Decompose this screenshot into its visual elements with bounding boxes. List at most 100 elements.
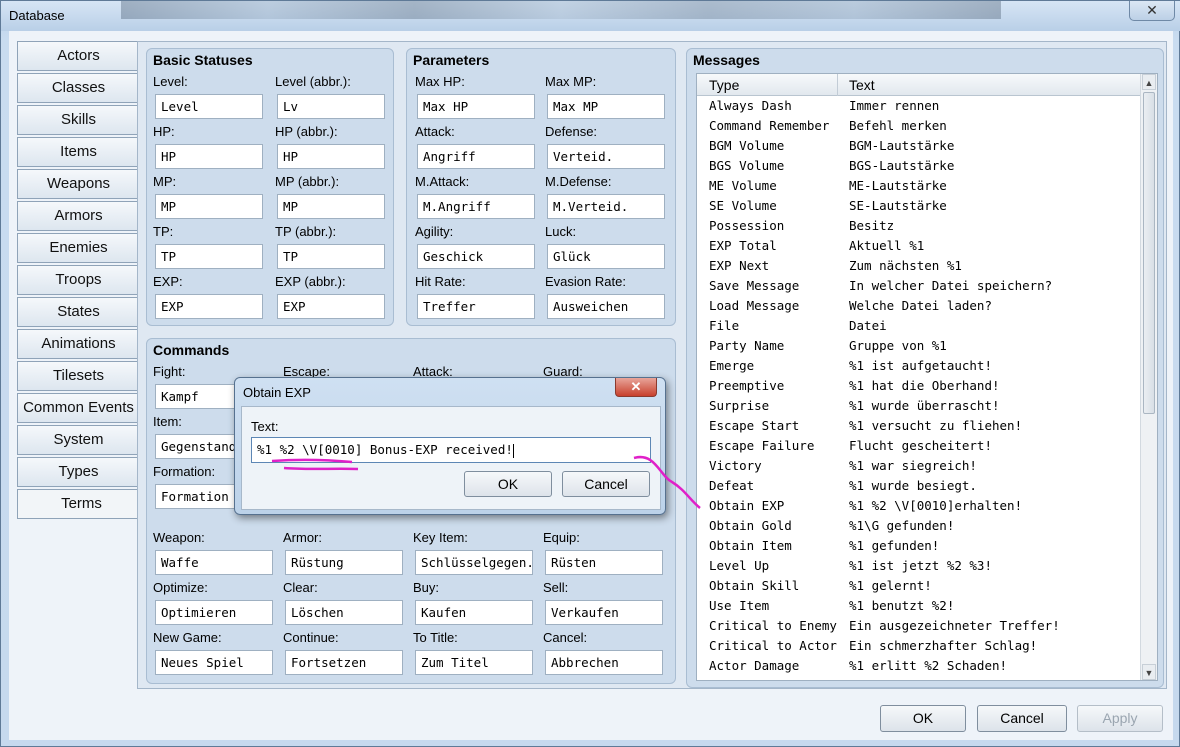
list-item[interactable]: File Datei	[697, 316, 1141, 336]
bs-mp-field[interactable]: MP	[155, 194, 263, 219]
list-item[interactable]: Preemptive %1 hat die Oberhand!	[697, 376, 1141, 396]
list-item[interactable]: Load Message Welche Datei laden?	[697, 296, 1141, 316]
list-item[interactable]: Obtain Item %1 gefunden!	[697, 536, 1141, 556]
tab-terms[interactable]: Terms	[17, 489, 145, 519]
list-item[interactable]: Escape Start %1 versucht zu fliehen!	[697, 416, 1141, 436]
pm-evasion-rate-field[interactable]: Ausweichen	[547, 294, 665, 319]
tab-armors[interactable]: Armors	[17, 201, 139, 231]
dialog-ok-button[interactable]: OK	[464, 471, 552, 497]
column-header-text[interactable]: Text	[849, 77, 875, 93]
list-item[interactable]: BGS Volume BGS-Lautstärke	[697, 156, 1141, 176]
cmd-clear-field[interactable]: Löschen	[285, 600, 403, 625]
column-separator[interactable]	[837, 74, 838, 96]
cmd-optimize-label: Optimize:	[153, 580, 208, 595]
tab-weapons[interactable]: Weapons	[17, 169, 139, 199]
pm-max-hp-field[interactable]: Max HP	[417, 94, 535, 119]
tab-tilesets[interactable]: Tilesets	[17, 361, 139, 391]
list-item[interactable]: Actor Damage %1 erlitt %2 Schaden!	[697, 656, 1141, 676]
list-item[interactable]: Critical to Enemy Ein ausgezeichneter Tre…	[697, 616, 1141, 636]
cancel-button[interactable]: Cancel	[977, 705, 1067, 732]
list-item[interactable]: EXP Next Zum nächsten %1	[697, 256, 1141, 276]
bs-level-abbr-field[interactable]: Lv	[277, 94, 385, 119]
cmd-equip-field[interactable]: Rüsten	[545, 550, 663, 575]
dialog-cancel-button[interactable]: Cancel	[562, 471, 650, 497]
cmd-key-item-field[interactable]: Schlüsselgegen.	[415, 550, 533, 575]
tab-animations[interactable]: Animations	[17, 329, 139, 359]
pm-attack-field[interactable]: Angriff	[417, 144, 535, 169]
pm-m-attack-field[interactable]: M.Angriff	[417, 194, 535, 219]
cmd-weapon-field[interactable]: Waffe	[155, 550, 273, 575]
cmd-optimize-field[interactable]: Optimieren	[155, 600, 273, 625]
list-item[interactable]: ME Volume ME-Lautstärke	[697, 176, 1141, 196]
window-close-button[interactable]: ✕	[1129, 1, 1175, 21]
bs-exp-abbr-field[interactable]: EXP	[277, 294, 385, 319]
message-text: Gruppe von %1	[849, 338, 947, 353]
list-item[interactable]: EXP Total Aktuell %1	[697, 236, 1141, 256]
cmd-new-game-field[interactable]: Neues Spiel	[155, 650, 273, 675]
title-bar[interactable]: Database ✕	[1, 1, 1180, 31]
list-item[interactable]: Use Item %1 benutzt %2!	[697, 596, 1141, 616]
scroll-up-icon[interactable]: ▲	[1142, 74, 1156, 90]
list-item[interactable]: Obtain Skill %1 gelernt!	[697, 576, 1141, 596]
list-item[interactable]: Critical to Actor Ein schmerzhafter Schla…	[697, 636, 1141, 656]
scroll-thumb[interactable]	[1143, 92, 1155, 414]
pm-max-mp-field[interactable]: Max MP	[547, 94, 665, 119]
cmd-sell-field[interactable]: Verkaufen	[545, 600, 663, 625]
bs-mp-abbr-field[interactable]: MP	[277, 194, 385, 219]
list-item[interactable]: SE Volume SE-Lautstärke	[697, 196, 1141, 216]
list-item[interactable]: Party Name Gruppe von %1	[697, 336, 1141, 356]
cmd-cancel-field[interactable]: Abbrechen	[545, 650, 663, 675]
list-item[interactable]: Escape Failure Flucht gescheitert!	[697, 436, 1141, 456]
tab-states[interactable]: States	[17, 297, 139, 327]
tab-classes[interactable]: Classes	[17, 73, 139, 103]
ok-button[interactable]: OK	[880, 705, 966, 732]
scroll-down-icon[interactable]: ▼	[1142, 664, 1156, 680]
vertical-scrollbar[interactable]: ▲ ▼	[1140, 74, 1157, 680]
list-item[interactable]: Victory %1 war siegreich!	[697, 456, 1141, 476]
bs-exp-label: EXP:	[153, 274, 183, 289]
tab-items[interactable]: Items	[17, 137, 139, 167]
list-item[interactable]: Level Up %1 ist jetzt %2 %3!	[697, 556, 1141, 576]
column-header-type[interactable]: Type	[709, 77, 739, 93]
cmd-continue-field[interactable]: Fortsetzen	[285, 650, 403, 675]
bs-hp-field[interactable]: HP	[155, 144, 263, 169]
pm-agility-field[interactable]: Geschick	[417, 244, 535, 269]
cmd-buy-field[interactable]: Kaufen	[415, 600, 533, 625]
list-item[interactable]: Always Dash Immer rennen	[697, 96, 1141, 116]
bs-exp-field[interactable]: EXP	[155, 294, 263, 319]
list-item[interactable]: Save Message In welcher Datei speichern?	[697, 276, 1141, 296]
message-text: Ein ausgezeichneter Treffer!	[849, 618, 1060, 633]
list-item[interactable]: Command Remember Befehl merken	[697, 116, 1141, 136]
messages-list[interactable]: Type Text Always Dash Immer rennen Command…	[696, 73, 1158, 681]
pm-m-defense-field[interactable]: M.Verteid.	[547, 194, 665, 219]
list-item[interactable]: Obtain Gold %1\G gefunden!	[697, 516, 1141, 536]
tab-troops[interactable]: Troops	[17, 265, 139, 295]
cmd-armor-field[interactable]: Rüstung	[285, 550, 403, 575]
list-item[interactable]: Defeat %1 wurde besiegt.	[697, 476, 1141, 496]
text-label: Text:	[251, 419, 279, 434]
list-item[interactable]: Surprise %1 wurde überrascht!	[697, 396, 1141, 416]
list-item[interactable]: BGM Volume BGM-Lautstärke	[697, 136, 1141, 156]
apply-button[interactable]: Apply	[1077, 705, 1163, 732]
tab-types[interactable]: Types	[17, 457, 139, 487]
message-type: ME Volume	[709, 178, 777, 193]
bs-tp-abbr-field[interactable]: TP	[277, 244, 385, 269]
list-item[interactable]: Obtain EXP %1 %2 \V[0010]erhalten!	[697, 496, 1141, 516]
message-text: Datei	[849, 318, 887, 333]
bs-hp-abbr-field[interactable]: HP	[277, 144, 385, 169]
pm-luck-field[interactable]: Glück	[547, 244, 665, 269]
bs-tp-field[interactable]: TP	[155, 244, 263, 269]
bs-level-field[interactable]: Level	[155, 94, 263, 119]
list-item[interactable]: Possession Besitz	[697, 216, 1141, 236]
tab-common-events[interactable]: Common Events	[17, 393, 139, 423]
tab-system[interactable]: System	[17, 425, 139, 455]
list-item[interactable]: Emerge %1 ist aufgetaucht!	[697, 356, 1141, 376]
tab-actors[interactable]: Actors	[17, 41, 139, 71]
pm-defense-field[interactable]: Verteid.	[547, 144, 665, 169]
pm-hit-rate-field[interactable]: Treffer	[417, 294, 535, 319]
cmd-to-title-field[interactable]: Zum Titel	[415, 650, 533, 675]
tab-skills[interactable]: Skills	[17, 105, 139, 135]
text-input[interactable]: %1 %2 \V[0010] Bonus-EXP received!	[251, 437, 651, 463]
tab-enemies[interactable]: Enemies	[17, 233, 139, 263]
dialog-close-button[interactable]: ✕	[615, 378, 657, 397]
